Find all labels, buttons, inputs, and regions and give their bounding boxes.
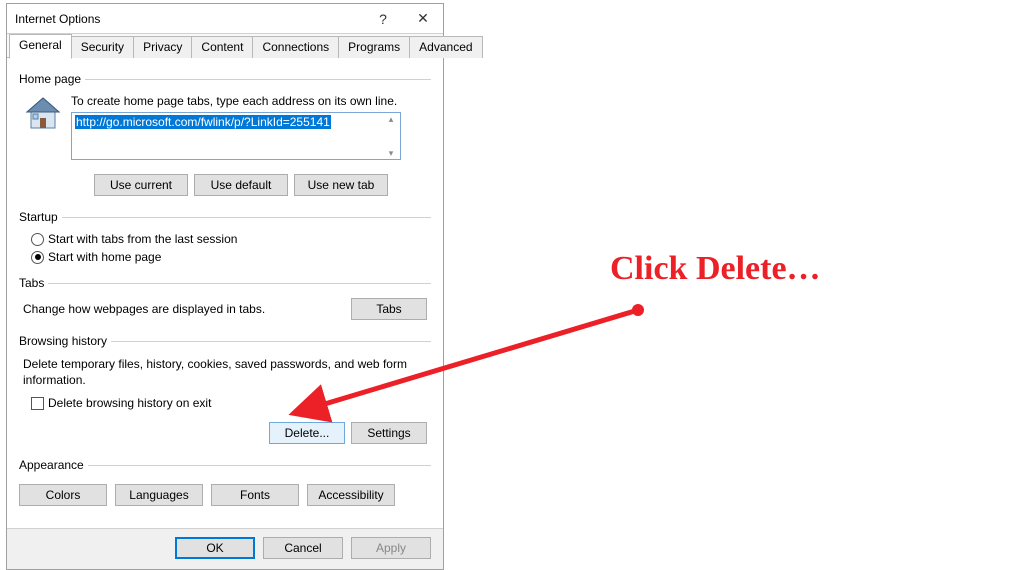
startup-option-home-page: Start with home page [48,250,161,264]
dialog-footer: OK Cancel Apply [7,528,443,569]
titlebar: Internet Options ? ✕ [7,4,443,34]
apply-button[interactable]: Apply [351,537,431,559]
tab-advanced[interactable]: Advanced [409,36,482,58]
colors-button[interactable]: Colors [19,484,107,506]
tabs-group: Tabs Change how webpages are displayed i… [19,276,431,324]
tab-programs[interactable]: Programs [338,36,410,58]
radio-unselected-icon [31,233,44,246]
delete-button[interactable]: Delete... [269,422,345,444]
home-icon [23,94,63,134]
homepage-url-value: http://go.microsoft.com/fwlink/p/?LinkId… [75,115,331,129]
startup-home-page-row[interactable]: Start with home page [19,248,431,266]
homepage-hint: To create home page tabs, type each addr… [71,94,431,108]
delete-on-exit-label: Delete browsing history on exit [48,396,211,410]
homepage-legend: Home page [19,72,85,86]
settings-button[interactable]: Settings [351,422,427,444]
tab-general[interactable]: General [9,34,72,59]
tab-privacy[interactable]: Privacy [133,36,192,58]
internet-options-dialog: Internet Options ? ✕ General Security Pr… [6,3,444,570]
browsing-history-desc: Delete temporary files, history, cookies… [19,354,431,394]
homepage-group: Home page To create home page tabs, type… [19,72,431,200]
radio-selected-icon [31,251,44,264]
tab-content[interactable]: Content [191,36,253,58]
use-new-tab-button[interactable]: Use new tab [294,174,388,196]
help-button[interactable]: ? [363,4,403,34]
use-default-button[interactable]: Use default [194,174,288,196]
scroll-arrows[interactable]: ▴ ▾ [383,114,399,158]
annotation-text: Click Delete… [610,250,821,288]
ok-button[interactable]: OK [175,537,255,559]
appearance-group: Appearance Colors Languages Fonts Access… [19,458,431,512]
homepage-url-input[interactable]: http://go.microsoft.com/fwlink/p/?LinkId… [71,112,401,160]
cancel-button[interactable]: Cancel [263,537,343,559]
delete-on-exit-row[interactable]: Delete browsing history on exit [19,394,431,412]
languages-button[interactable]: Languages [115,484,203,506]
scroll-up-icon[interactable]: ▴ [383,114,399,124]
startup-legend: Startup [19,210,62,224]
checkbox-unchecked-icon [31,397,44,410]
tabs-button[interactable]: Tabs [351,298,427,320]
accessibility-button[interactable]: Accessibility [307,484,395,506]
startup-group: Startup Start with tabs from the last se… [19,210,431,266]
window-title: Internet Options [15,12,363,26]
browsing-history-legend: Browsing history [19,334,111,348]
startup-last-session-row[interactable]: Start with tabs from the last session [19,230,431,248]
appearance-legend: Appearance [19,458,88,472]
tabs-desc: Change how webpages are displayed in tab… [23,302,265,316]
tab-connections[interactable]: Connections [252,36,339,58]
tabs-legend: Tabs [19,276,48,290]
use-current-button[interactable]: Use current [94,174,188,196]
browsing-history-group: Browsing history Delete temporary files,… [19,334,431,448]
startup-option-last-session: Start with tabs from the last session [48,232,237,246]
tabstrip: General Security Privacy Content Connect… [7,34,443,58]
fonts-button[interactable]: Fonts [211,484,299,506]
content-pane: Home page To create home page tabs, type… [7,58,443,528]
tab-security[interactable]: Security [71,36,134,58]
close-button[interactable]: ✕ [403,4,443,34]
scroll-down-icon[interactable]: ▾ [383,148,399,158]
